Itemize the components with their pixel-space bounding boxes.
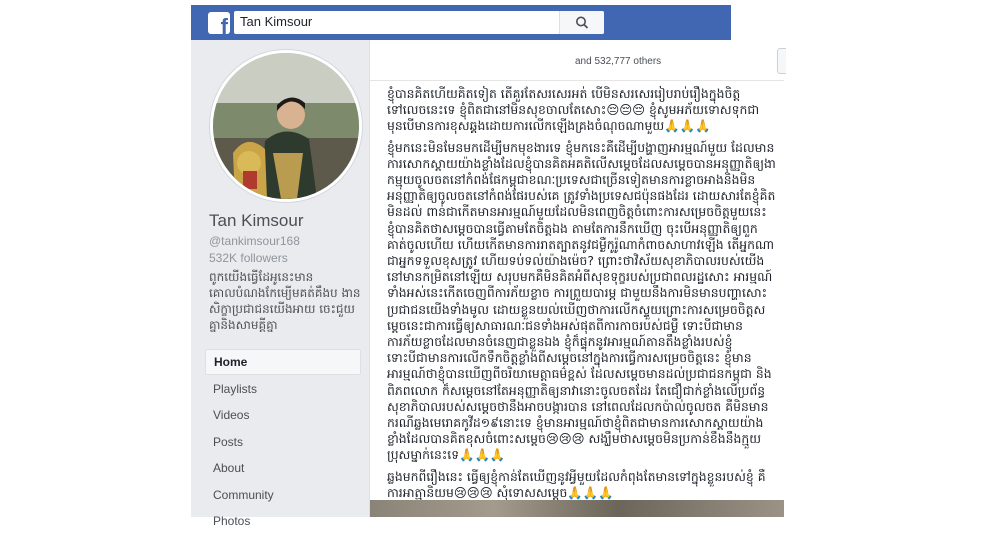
search-box[interactable]: Tan Kimsour (234, 11, 604, 34)
profile-sidebar: Tan Kimsour @tankimsour168 532K follower… (191, 40, 369, 528)
reactions-count[interactable]: and 532,777 others (575, 56, 661, 67)
nav-posts[interactable]: Posts (205, 429, 361, 455)
top-bar: f Tan Kimsour (191, 5, 731, 40)
post-paragraph: ខ្ញុំបានគិតហើយគិតទៀត តើគួរតែសរសេរអត់ បើម… (387, 86, 760, 134)
post-text: ខ្ញុំបានគិតហើយគិតទៀត តើគួរតែសរសេរអត់ បើម… (387, 86, 777, 506)
profile-avatar[interactable] (210, 50, 362, 202)
profile-bio: ពូកយេីងធ្វេីដែអូនេះមាន គោលបំណងកែម្យើមគត់… (209, 270, 361, 332)
search-button[interactable] (559, 11, 604, 34)
followers-count: 532K followers (209, 251, 288, 265)
logo-letter: f (220, 14, 228, 35)
page-body: Tan Kimsour @tankimsour168 532K follower… (191, 40, 786, 528)
avatar-image (213, 53, 359, 199)
search-input[interactable]: Tan Kimsour (240, 14, 312, 29)
nav-community[interactable]: Community (205, 482, 361, 508)
profile-name[interactable]: Tan Kimsour (209, 211, 303, 231)
nav-photos[interactable]: Photos (205, 508, 361, 534)
nav-home[interactable]: Home (205, 349, 361, 375)
nav-videos[interactable]: Videos (205, 402, 361, 428)
facebook-logo-icon[interactable]: f (208, 12, 230, 34)
nav-playlists[interactable]: Playlists (205, 376, 361, 402)
post-image[interactable] (370, 500, 784, 517)
search-icon (575, 16, 589, 29)
post-paragraph: ខ្ញុំមកនេះមិនមែនមកដើម្បីមកមុខងារទេ ខ្ញុំ… (387, 139, 776, 463)
nav-about[interactable]: About (205, 455, 361, 481)
post-feed: and 532,777 others ខ្ញុំបានគិតហើយគិតទៀត … (369, 40, 786, 517)
reactions-bar: and 532,777 others (370, 40, 786, 81)
like-button[interactable] (777, 48, 786, 74)
profile-nav: Home Playlists Videos Posts About Commun… (205, 349, 361, 535)
post-paragraph: ឆ្លងមកពីរឿងនេះ ធ្វើឲ្យខ្ញុំកាន់តែឃើញនូវអ… (387, 468, 766, 500)
profile-handle: @tankimsour168 (209, 234, 300, 248)
